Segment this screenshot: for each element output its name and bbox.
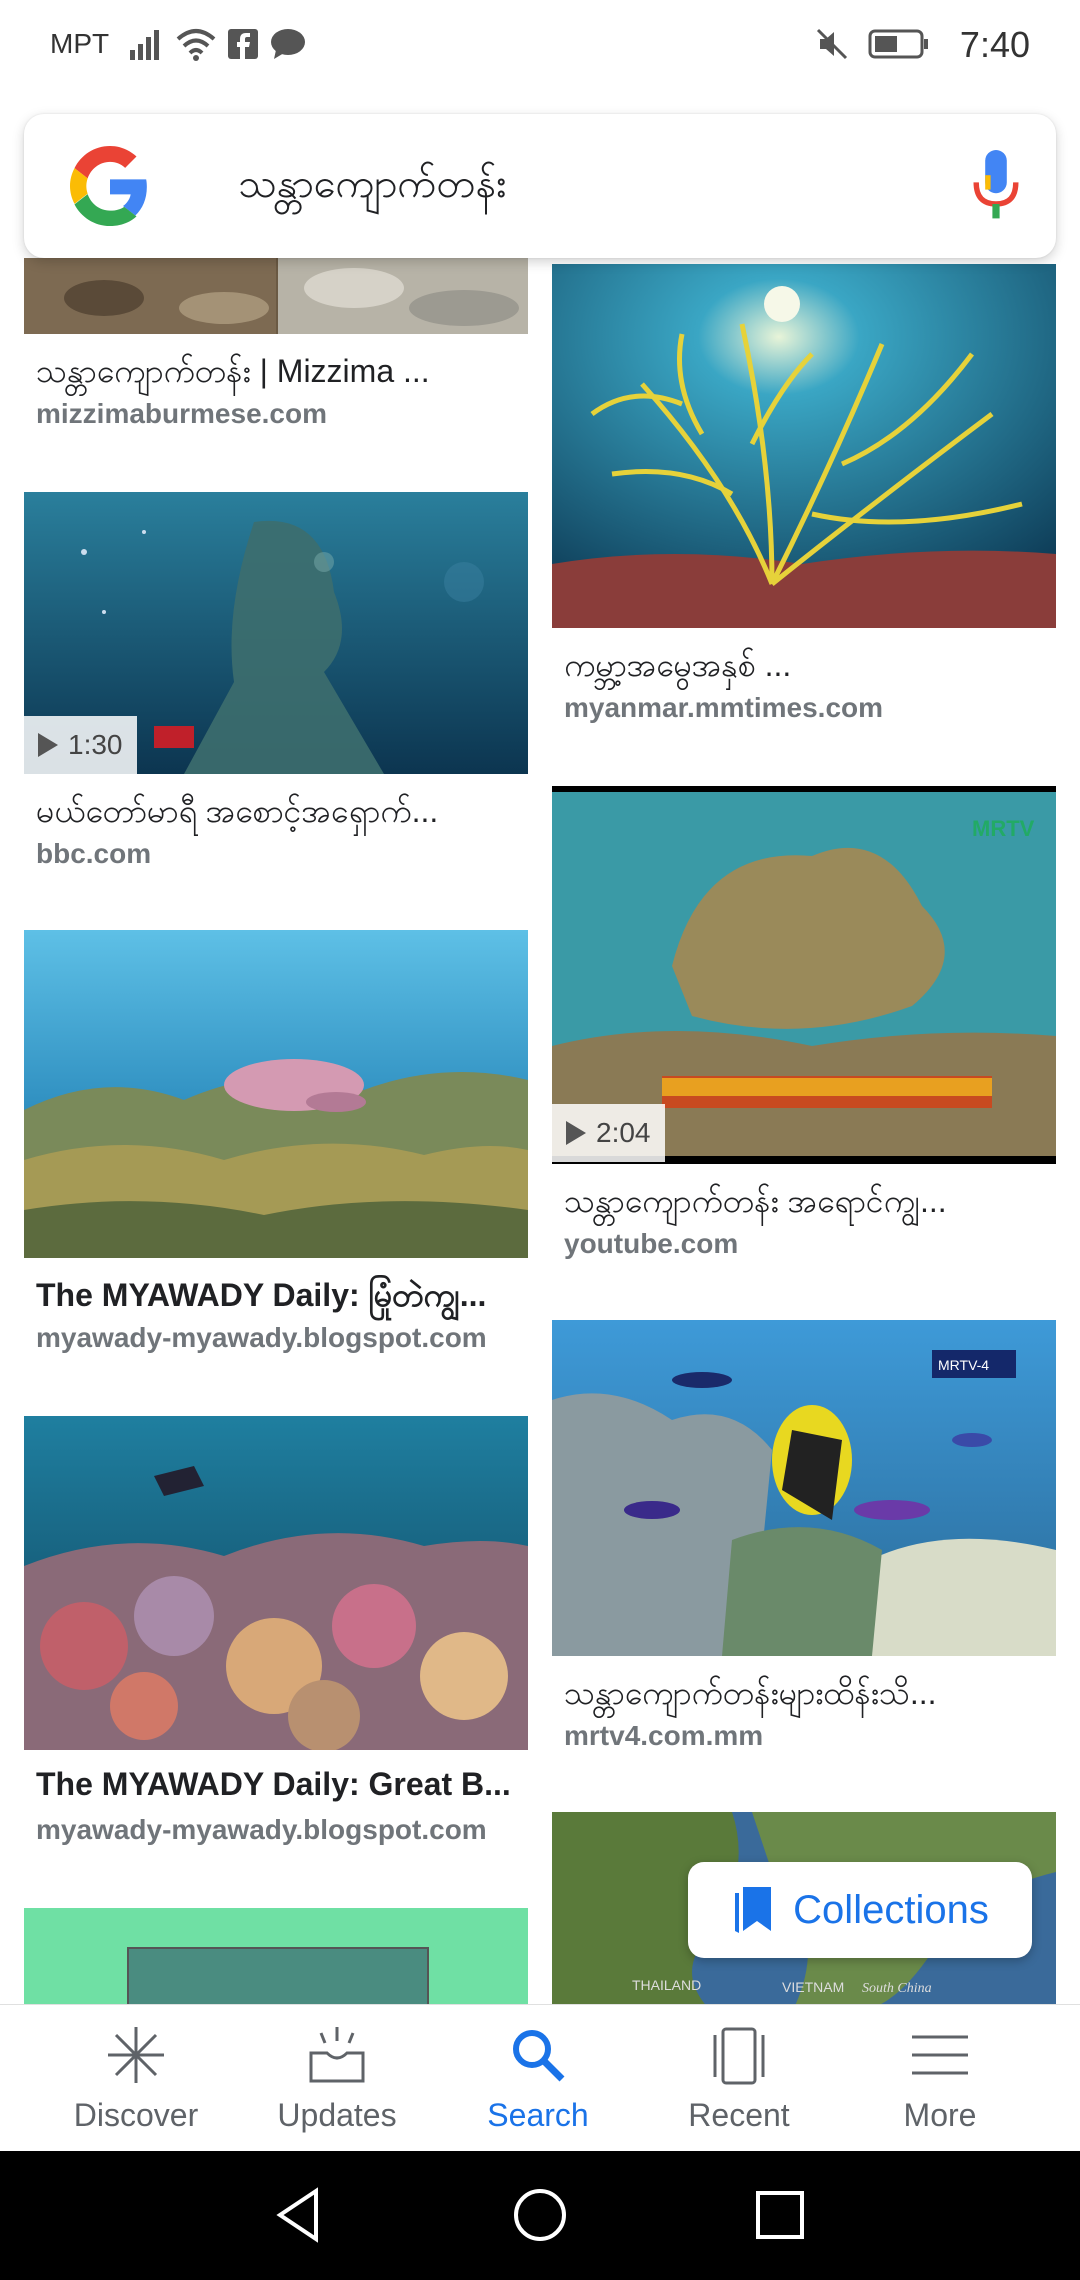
result-source: bbc.com [36, 838, 152, 869]
play-icon [38, 733, 58, 757]
nav-label: More [903, 2097, 977, 2133]
nav-discover[interactable]: Discover [36, 2005, 236, 2151]
video-duration-badge: 2:04 [552, 1104, 665, 1162]
battery-icon [868, 29, 928, 59]
system-nav-bar [0, 2150, 1080, 2280]
svg-text:South China: South China [862, 1981, 932, 1996]
collections-label: Collections [793, 1887, 989, 1932]
result-title[interactable]: မယ်တော်မာရီ အစောင့်အရှောက်... [36, 790, 516, 838]
svg-text:THAILAND: THAILAND [632, 1977, 701, 1993]
bottom-nav: Discover Updates Search Recent More [0, 2004, 1080, 2151]
asterisk-icon [108, 2027, 164, 2083]
nav-label: Discover [73, 2097, 199, 2133]
result-thumbnail[interactable] [24, 930, 528, 1258]
result-source: myawady-myawady.blogspot.com [36, 1814, 487, 1845]
result-thumbnail[interactable]: MRTV-4 [552, 1320, 1056, 1656]
result-thumbnail[interactable] [24, 258, 528, 334]
svg-text:MRTV-4: MRTV-4 [938, 1357, 989, 1373]
play-icon [566, 1121, 586, 1145]
recent-icon [713, 2027, 765, 2085]
svg-text:MRTV: MRTV [972, 816, 1035, 841]
mute-icon [816, 28, 848, 60]
facebook-icon [228, 29, 258, 59]
image-results-grid: သန္တာကျောက်တန်း | Mizzima ... mizzimabur… [0, 258, 1080, 2004]
svg-text:VIETNAM: VIETNAM [782, 1979, 844, 1995]
status-icons-left [128, 26, 306, 62]
nav-recent[interactable]: Recent [639, 2005, 839, 2151]
search-bar[interactable]: သန္တာကျောက်တန်း [24, 114, 1056, 258]
menu-icon [912, 2035, 968, 2075]
nav-updates[interactable]: Updates [237, 2005, 437, 2151]
back-icon[interactable] [270, 2185, 330, 2245]
collections-icon [735, 1887, 772, 1933]
result-thumbnail[interactable] [24, 1908, 528, 2004]
result-title[interactable]: သန္တာကျောက်တန်း | Mizzima ... [36, 350, 516, 398]
result-title[interactable]: The MYAWADY Daily: မြုံတဲကျွ... [36, 1274, 516, 1322]
status-bar: MPT 7:40 [0, 0, 1080, 90]
home-icon[interactable] [510, 2185, 570, 2245]
updates-icon [309, 2027, 365, 2083]
result-title[interactable]: သန္တာကျောက်တန်း အရောင်ကျွ... [564, 1180, 1044, 1228]
nav-label: Search [487, 2097, 589, 2133]
google-logo-icon [70, 146, 147, 226]
wifi-icon [176, 29, 216, 61]
collections-button[interactable]: Collections [688, 1862, 1032, 1958]
result-title[interactable]: ကမ္ဘာ့အမွေအနှစ် ... [564, 644, 1044, 692]
clock: 7:40 [959, 24, 1030, 65]
result-source: youtube.com [564, 1228, 739, 1259]
result-thumbnail[interactable] [24, 1416, 528, 1750]
recents-icon[interactable] [750, 2185, 810, 2245]
video-duration: 1:30 [68, 729, 123, 760]
result-source: mizzimaburmese.com [36, 398, 327, 429]
result-thumbnail[interactable] [552, 264, 1056, 628]
carrier-label: MPT [50, 28, 110, 59]
result-source: myawady-myawady.blogspot.com [36, 1322, 487, 1353]
result-title[interactable]: သန္တာကျောက်တန်းများထိန်းသိ... [564, 1672, 1044, 1720]
search-query[interactable]: သန္တာကျောက်တန်း [238, 158, 506, 217]
search-icon [513, 2030, 565, 2082]
nav-search[interactable]: Search [438, 2005, 638, 2151]
nav-label: Updates [277, 2097, 397, 2133]
microphone-icon[interactable] [968, 150, 1024, 222]
nav-label: Recent [688, 2097, 790, 2133]
video-duration-badge: 1:30 [24, 716, 137, 774]
result-title[interactable]: The MYAWADY Daily: Great B... [36, 1766, 516, 1803]
result-source: myanmar.mmtimes.com [564, 692, 884, 723]
status-icons-right [814, 26, 930, 62]
result-source: mrtv4.com.mm [564, 1720, 764, 1751]
video-duration: 2:04 [596, 1117, 651, 1148]
signal-icon [130, 30, 159, 60]
messenger-icon [271, 29, 305, 59]
nav-more[interactable]: More [840, 2005, 1040, 2151]
